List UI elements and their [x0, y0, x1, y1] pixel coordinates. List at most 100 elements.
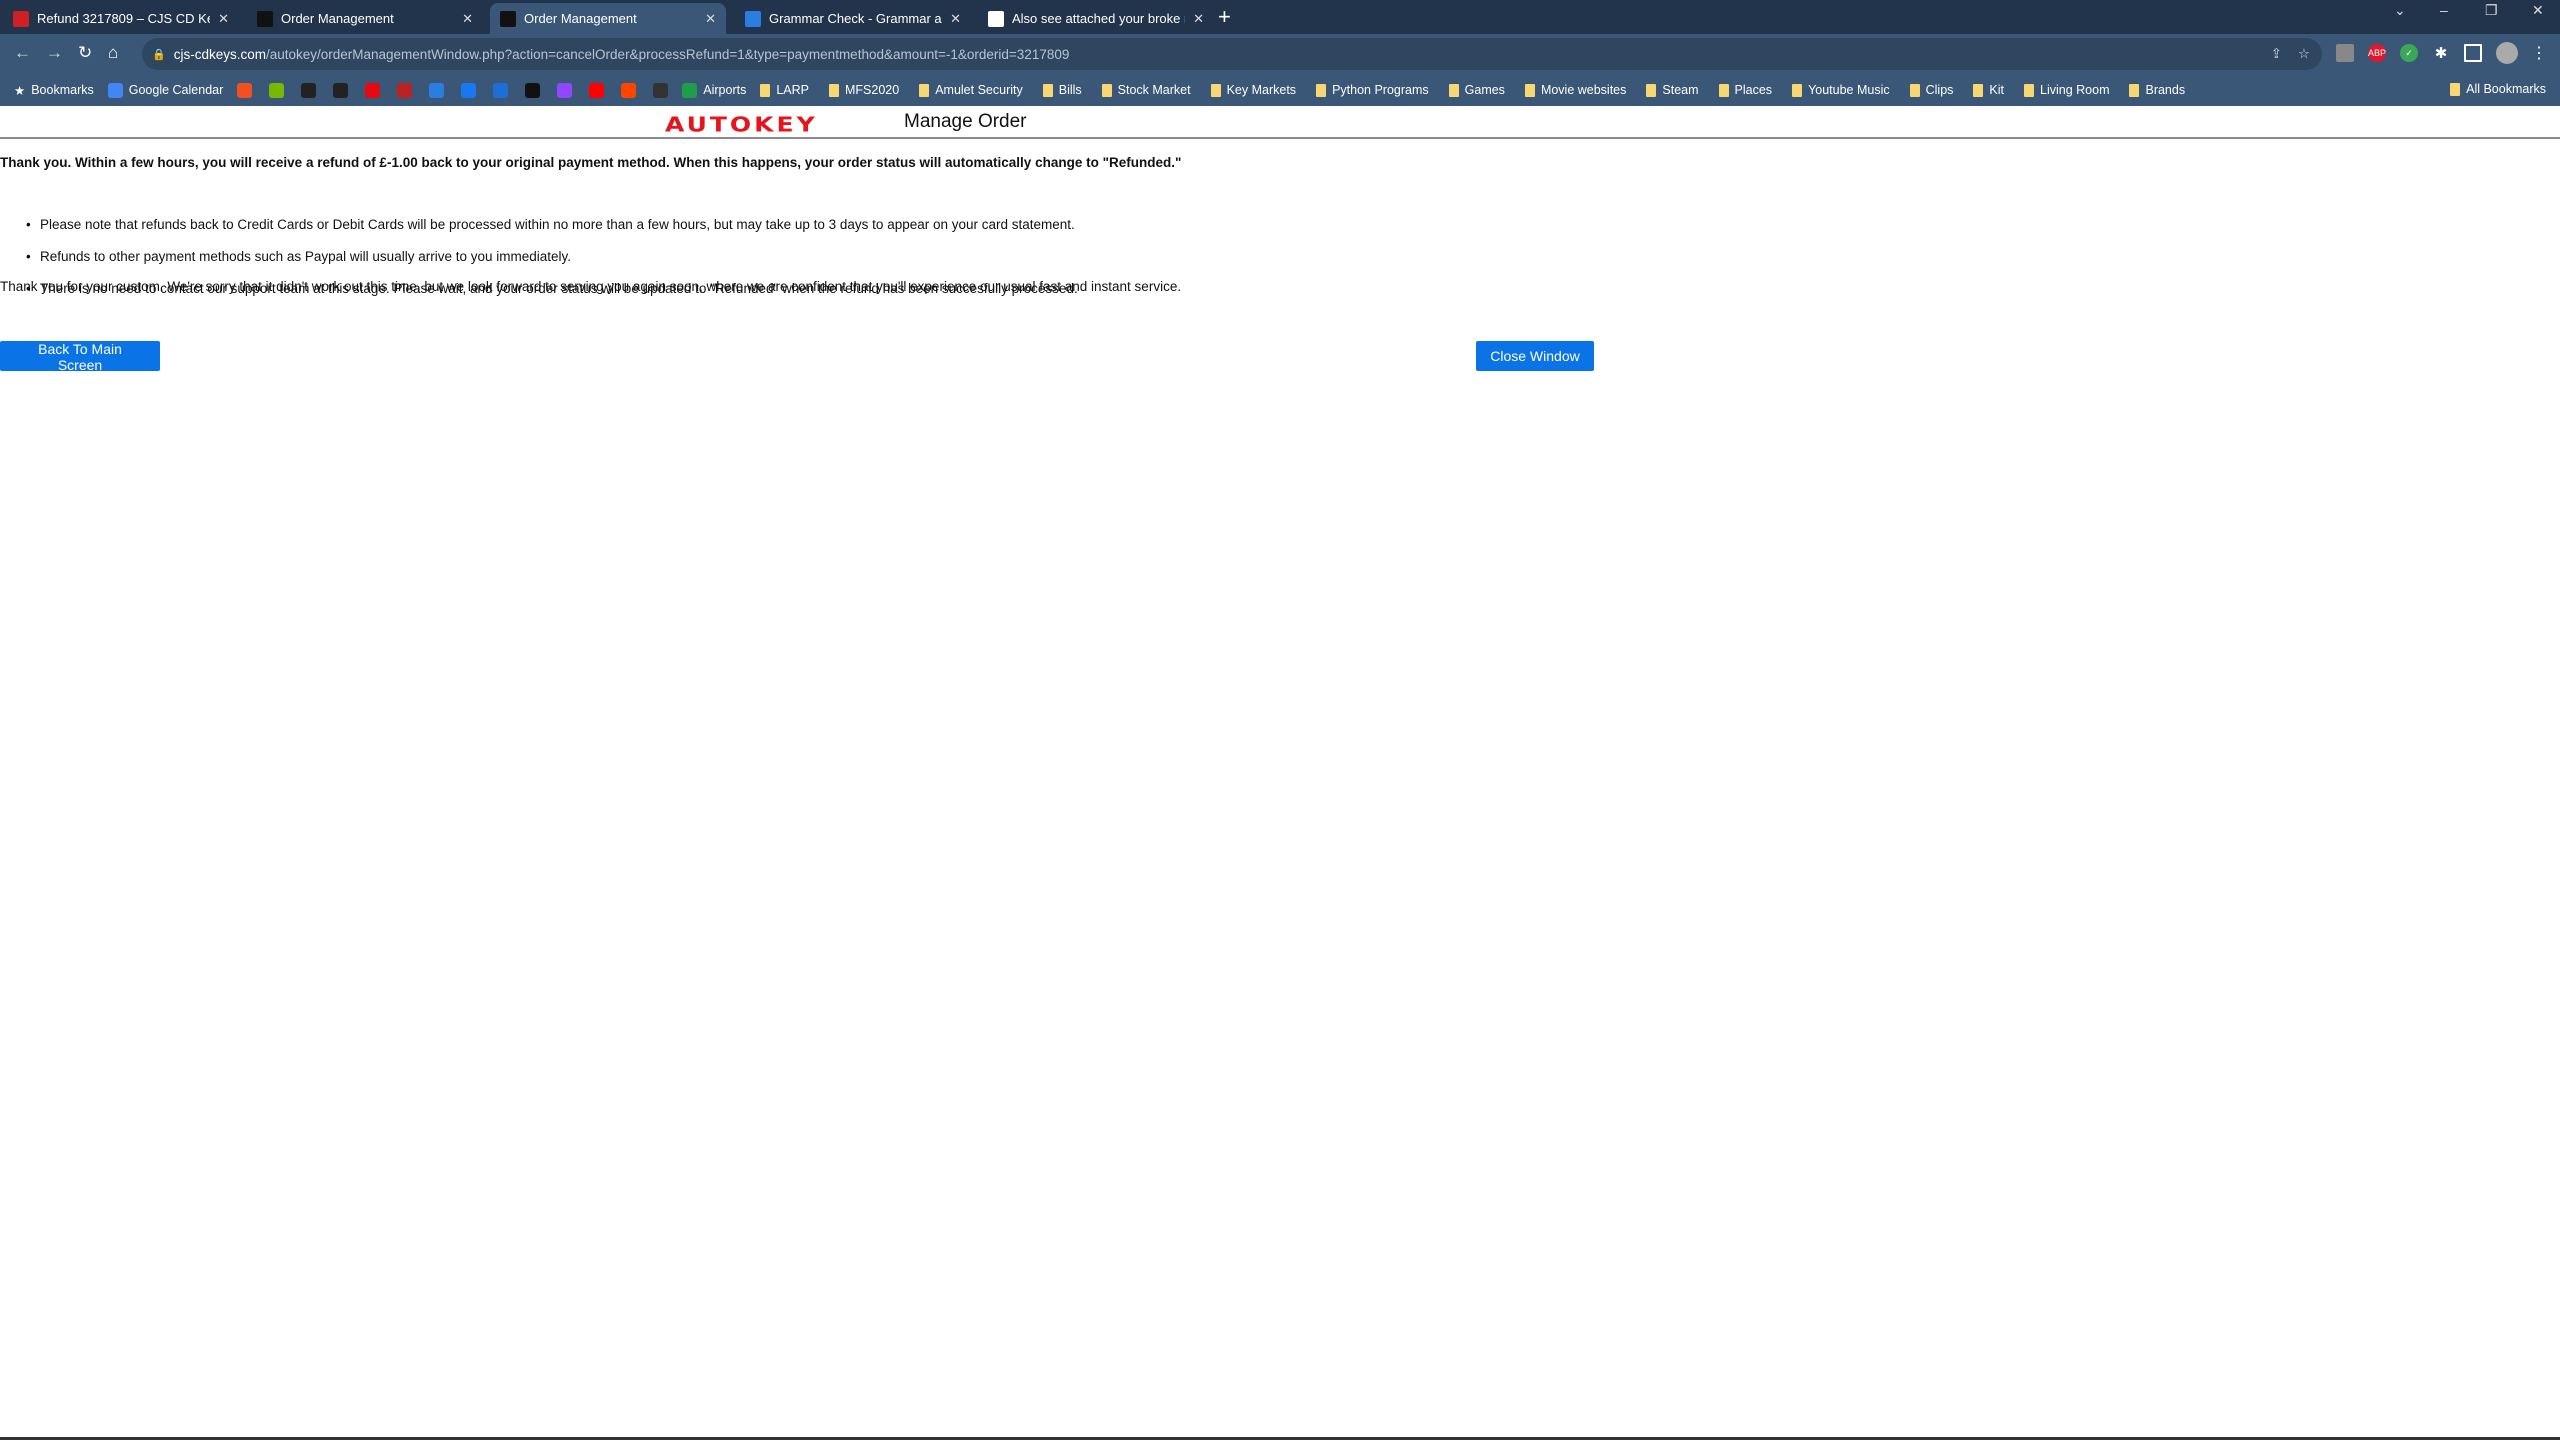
crown-icon[interactable] [301, 82, 317, 98]
google-icon [988, 10, 1004, 27]
autokey-logo: AUTOKEY [665, 112, 818, 137]
puzzle-icon[interactable]: ✱ [2432, 44, 2450, 62]
bookmark-label: Key Markets [1226, 83, 1297, 97]
bookmark-label: Brands [2145, 83, 2186, 97]
reload-icon[interactable]: ↻ [78, 43, 92, 63]
new-tab-button[interactable]: + [1218, 4, 1231, 30]
bookmark-folder[interactable]: Stock Market [1101, 83, 1191, 97]
tab[interactable]: Also see attached your broke ref ✕ [978, 3, 1214, 34]
bookmark-label: Youtube Music [1808, 83, 1890, 97]
folder-icon [1210, 83, 1221, 97]
close-tab-icon[interactable]: ✕ [218, 11, 229, 27]
tab[interactable]: Order Management ✕ [247, 3, 483, 34]
forward-icon[interactable]: → [46, 43, 63, 63]
bookmark-folder[interactable]: LARP [760, 83, 809, 97]
close-tab-icon[interactable]: ✕ [462, 11, 473, 27]
youtube-icon[interactable] [589, 82, 605, 98]
bookmark-label: Living Room [2040, 83, 2110, 97]
nvidia-icon[interactable] [269, 82, 285, 98]
close-window-button[interactable]: ✕ [2532, 2, 2544, 19]
facebook-icon[interactable] [461, 82, 477, 98]
twitch-icon[interactable] [557, 82, 573, 98]
address-bar[interactable]: 🔒 cjs-cdkeys.com/autokey/orderManagement… [142, 38, 2322, 70]
bookmark-folder[interactable]: Living Room [2024, 83, 2109, 97]
bookmark-label: LARP [776, 83, 809, 97]
netflix-icon[interactable] [365, 82, 381, 98]
avatar[interactable] [2496, 42, 2518, 64]
bookmarks-bar: ★ Bookmarks Google Calendar Airports LARP… [0, 74, 2560, 106]
folder-icon [1973, 83, 1984, 97]
lock-icon: 🔒 [152, 48, 166, 61]
bookmark-label: Games [1464, 83, 1505, 97]
bookmark-folder[interactable]: Python Programs [1316, 83, 1429, 97]
close-tab-icon[interactable]: ✕ [705, 11, 716, 27]
bookmark-folder[interactable]: Brands [2129, 83, 2185, 97]
tab[interactable]: Refund 3217809 – CJS CD Keys ✕ [3, 3, 239, 34]
bookmark-folder[interactable]: MFS2020 [829, 83, 899, 97]
autokey-logo [500, 10, 516, 27]
url-path: /autokey/orderManagementWindow.php?actio… [265, 46, 1070, 62]
bookmark-folder[interactable]: Key Markets [1210, 83, 1297, 97]
microsoft-icon[interactable] [237, 82, 253, 98]
tag-icon[interactable] [653, 82, 669, 98]
folder-icon [2024, 83, 2034, 97]
folder-icon [760, 83, 771, 97]
star-icon[interactable]: ☆ [2298, 46, 2310, 62]
folder-icon [1909, 83, 1920, 97]
grammarly-icon[interactable] [429, 82, 445, 98]
star-icon: ★ [14, 83, 26, 98]
shield-icon[interactable]: ✓ [2400, 44, 2418, 62]
folder-icon [1646, 83, 1657, 97]
side-panel-icon[interactable] [2464, 44, 2482, 62]
tab[interactable]: Grammar Check - Grammar and ✕ [735, 3, 971, 34]
tab[interactable]: Order Management ✕ [490, 3, 726, 34]
folder-icon [1316, 83, 1327, 97]
back-icon[interactable]: ← [14, 43, 31, 63]
bookmark-label: Clips [1925, 83, 1954, 97]
tab-search-icon[interactable]: ⌄ [2394, 2, 2406, 19]
bookmark-folder[interactable]: Amulet Security [919, 83, 1023, 97]
bookmark-folder[interactable]: Steam [1646, 83, 1699, 97]
restore-button[interactable]: ❐ [2485, 2, 2498, 19]
adblock-icon[interactable]: ABP [2368, 44, 2386, 62]
share-icon[interactable]: ⇪ [2271, 46, 2282, 62]
folder-icon [829, 83, 839, 97]
bookmarks-button[interactable]: ★ Bookmarks [14, 83, 94, 98]
bookmark-label: Amulet Security [935, 83, 1023, 97]
speedometer-icon[interactable] [525, 82, 541, 98]
close-tab-icon[interactable]: ✕ [1193, 11, 1204, 27]
amazon-icon[interactable] [333, 82, 349, 98]
all-bookmarks-button[interactable]: All Bookmarks [2450, 82, 2546, 96]
close-window-button[interactable]: Close Window [1476, 341, 1594, 371]
bookmark-label: MFS2020 [845, 83, 900, 97]
bookmark-label: Movie websites [1540, 83, 1627, 97]
autokey-logo [257, 10, 273, 27]
extension-icon[interactable] [2336, 44, 2354, 62]
refund-confirmation: Thank you. Within a few hours, you will … [0, 155, 1182, 170]
bookmark-label: Google Calendar [128, 83, 224, 97]
folder-icon [1042, 83, 1053, 97]
minimize-button[interactable]: – [2440, 2, 2448, 18]
bookmark-folder[interactable]: Kit [1973, 83, 2004, 97]
bookmark-google-calendar[interactable]: Google Calendar [107, 82, 224, 98]
page-title: Manage Order [904, 111, 1027, 132]
bookmark-folder[interactable]: Clips [1909, 83, 1954, 97]
car-icon[interactable] [397, 82, 413, 98]
bookmark-folder[interactable]: Youtube Music [1792, 83, 1890, 97]
close-tab-icon[interactable]: ✕ [950, 11, 961, 27]
bookmark-folder[interactable]: Bills [1042, 83, 1082, 97]
airport-icon [682, 82, 698, 98]
x-icon[interactable] [493, 82, 509, 98]
bookmark-airports[interactable]: Airports [682, 82, 746, 98]
menu-icon[interactable]: ⋮ [2530, 44, 2548, 62]
bookmark-folder[interactable]: Places [1718, 83, 1772, 97]
tab-title: Order Management [281, 11, 394, 26]
back-to-main-screen-button[interactable]: Back To Main Screen [0, 341, 160, 373]
home-icon[interactable]: ⌂ [108, 43, 118, 63]
bookmark-folder[interactable]: Games [1448, 83, 1505, 97]
bookmark-folder[interactable]: Movie websites [1524, 83, 1627, 97]
reddit-icon[interactable] [621, 82, 637, 98]
calendar-icon [107, 82, 123, 98]
bookmark-label: Steam [1662, 83, 1699, 97]
bookmark-label: Bills [1058, 83, 1082, 97]
